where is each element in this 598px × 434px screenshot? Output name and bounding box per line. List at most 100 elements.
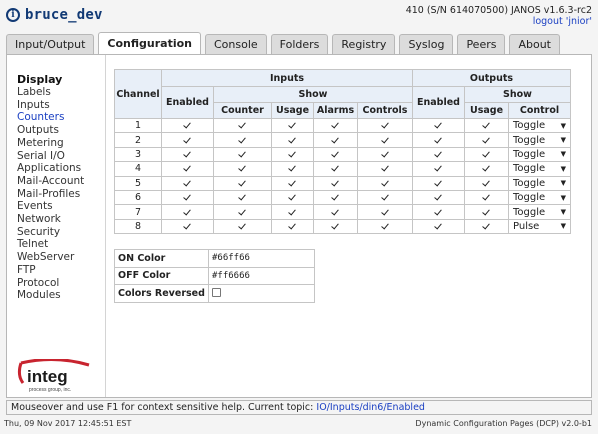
logout-link[interactable]: logout 'jnior' (533, 16, 592, 27)
sidebar-item-network[interactable]: Network (17, 213, 107, 226)
counter-checkbox[interactable] (238, 208, 247, 217)
output-usage-checkbox[interactable] (482, 136, 491, 145)
input-usage-checkbox[interactable] (288, 193, 297, 202)
output-enabled-checkbox[interactable] (434, 193, 443, 202)
output-enabled-checkbox[interactable] (434, 179, 443, 188)
tab-console[interactable]: Console (205, 34, 267, 54)
sidebar-item-labels[interactable]: Labels (17, 86, 107, 99)
sidebar-item-mail-profiles[interactable]: Mail-Profiles (17, 188, 107, 201)
sidebar-item-ftp[interactable]: FTP (17, 264, 107, 277)
sidebar-item-counters[interactable]: Counters (17, 111, 107, 124)
dropdown-arrow-icon: ▼ (560, 164, 566, 173)
output-usage-checkbox[interactable] (482, 193, 491, 202)
input-usage-checkbox[interactable] (288, 164, 297, 173)
sidebar-item-modules[interactable]: Modules (17, 289, 107, 302)
output-enabled-checkbox[interactable] (434, 136, 443, 145)
config-sidebar: Display Labels Inputs Counters Outputs M… (17, 73, 107, 302)
controls-checkbox[interactable] (381, 150, 390, 159)
output-enabled-checkbox[interactable] (434, 164, 443, 173)
output-usage-checkbox[interactable] (482, 121, 491, 130)
sidebar-item-outputs[interactable]: Outputs (17, 124, 107, 137)
header-input-show: Show (213, 86, 413, 103)
output-usage-checkbox[interactable] (482, 208, 491, 217)
tab-peers[interactable]: Peers (457, 34, 506, 54)
input-usage-checkbox[interactable] (288, 121, 297, 130)
current-topic-link[interactable]: IO/Inputs/din6/Enabled (316, 402, 425, 413)
sidebar-item-webserver[interactable]: WebServer (17, 251, 107, 264)
counter-checkbox[interactable] (238, 150, 247, 159)
control-select[interactable]: Toggle ▼ (509, 207, 570, 218)
control-select[interactable]: Pulse ▼ (509, 221, 570, 232)
sidebar-item-display[interactable]: Display (17, 73, 107, 86)
counter-checkbox[interactable] (238, 164, 247, 173)
control-select[interactable]: Toggle ▼ (509, 163, 570, 174)
counter-checkbox[interactable] (238, 136, 247, 145)
tab-configuration[interactable]: Configuration (98, 32, 201, 54)
input-usage-checkbox[interactable] (288, 150, 297, 159)
sidebar-item-events[interactable]: Events (17, 200, 107, 213)
sidebar-item-applications[interactable]: Applications (17, 162, 107, 175)
input-usage-checkbox[interactable] (288, 136, 297, 145)
output-enabled-checkbox[interactable] (434, 208, 443, 217)
alarms-checkbox[interactable] (331, 179, 340, 188)
controls-checkbox[interactable] (381, 193, 390, 202)
sidebar-item-protocol[interactable]: Protocol (17, 277, 107, 290)
counter-checkbox[interactable] (238, 222, 247, 231)
output-usage-checkbox[interactable] (482, 179, 491, 188)
counter-checkbox[interactable] (238, 193, 247, 202)
alarms-checkbox[interactable] (331, 164, 340, 173)
controls-checkbox[interactable] (381, 222, 390, 231)
alarms-checkbox[interactable] (331, 121, 340, 130)
input-enabled-checkbox[interactable] (183, 136, 192, 145)
sidebar-item-metering[interactable]: Metering (17, 137, 107, 150)
alarms-checkbox[interactable] (331, 136, 340, 145)
colors-reversed-checkbox[interactable] (212, 288, 221, 298)
sidebar-item-mail-account[interactable]: Mail-Account (17, 175, 107, 188)
input-usage-checkbox[interactable] (288, 222, 297, 231)
on-color-field[interactable]: #66ff66 (208, 249, 315, 268)
tab-syslog[interactable]: Syslog (399, 34, 454, 54)
control-select[interactable]: Toggle ▼ (509, 135, 570, 146)
controls-checkbox[interactable] (381, 121, 390, 130)
alarms-checkbox[interactable] (331, 208, 340, 217)
tab-folders[interactable]: Folders (270, 34, 329, 54)
input-usage-checkbox[interactable] (288, 179, 297, 188)
controls-checkbox[interactable] (381, 208, 390, 217)
counter-checkbox[interactable] (238, 179, 247, 188)
output-enabled-checkbox[interactable] (434, 222, 443, 231)
tab-input-output[interactable]: Input/Output (6, 34, 95, 54)
output-enabled-checkbox[interactable] (434, 150, 443, 159)
input-enabled-checkbox[interactable] (183, 164, 192, 173)
control-select[interactable]: Toggle ▼ (509, 192, 570, 203)
off-color-field[interactable]: #ff6666 (208, 266, 315, 285)
tab-registry[interactable]: Registry (332, 34, 396, 54)
tab-about[interactable]: About (509, 34, 560, 54)
controls-checkbox[interactable] (381, 179, 390, 188)
counter-checkbox[interactable] (238, 121, 247, 130)
sidebar-item-security[interactable]: Security (17, 226, 107, 239)
output-usage-checkbox[interactable] (482, 222, 491, 231)
input-enabled-checkbox[interactable] (183, 150, 192, 159)
output-usage-checkbox[interactable] (482, 150, 491, 159)
sidebar-item-inputs[interactable]: Inputs (17, 99, 107, 112)
alarms-checkbox[interactable] (331, 193, 340, 202)
input-enabled-checkbox[interactable] (183, 121, 192, 130)
input-enabled-checkbox[interactable] (183, 222, 192, 231)
output-enabled-checkbox[interactable] (434, 121, 443, 130)
alarms-checkbox[interactable] (331, 222, 340, 231)
input-usage-checkbox[interactable] (288, 208, 297, 217)
input-enabled-checkbox[interactable] (183, 193, 192, 202)
sidebar-item-telnet[interactable]: Telnet (17, 238, 107, 251)
input-enabled-checkbox[interactable] (183, 208, 192, 217)
output-usage-checkbox[interactable] (482, 164, 491, 173)
page-footer: Thu, 09 Nov 2017 12:45:51 EST Dynamic Co… (4, 419, 592, 428)
control-select[interactable]: Toggle ▼ (509, 178, 570, 189)
input-enabled-checkbox[interactable] (183, 179, 192, 188)
control-select[interactable]: Toggle ▼ (509, 120, 570, 131)
channel-number: 7 (114, 204, 162, 220)
control-select[interactable]: Toggle ▼ (509, 149, 570, 160)
alarms-checkbox[interactable] (331, 150, 340, 159)
controls-checkbox[interactable] (381, 136, 390, 145)
sidebar-item-serial-io[interactable]: Serial I/O (17, 150, 107, 163)
controls-checkbox[interactable] (381, 164, 390, 173)
